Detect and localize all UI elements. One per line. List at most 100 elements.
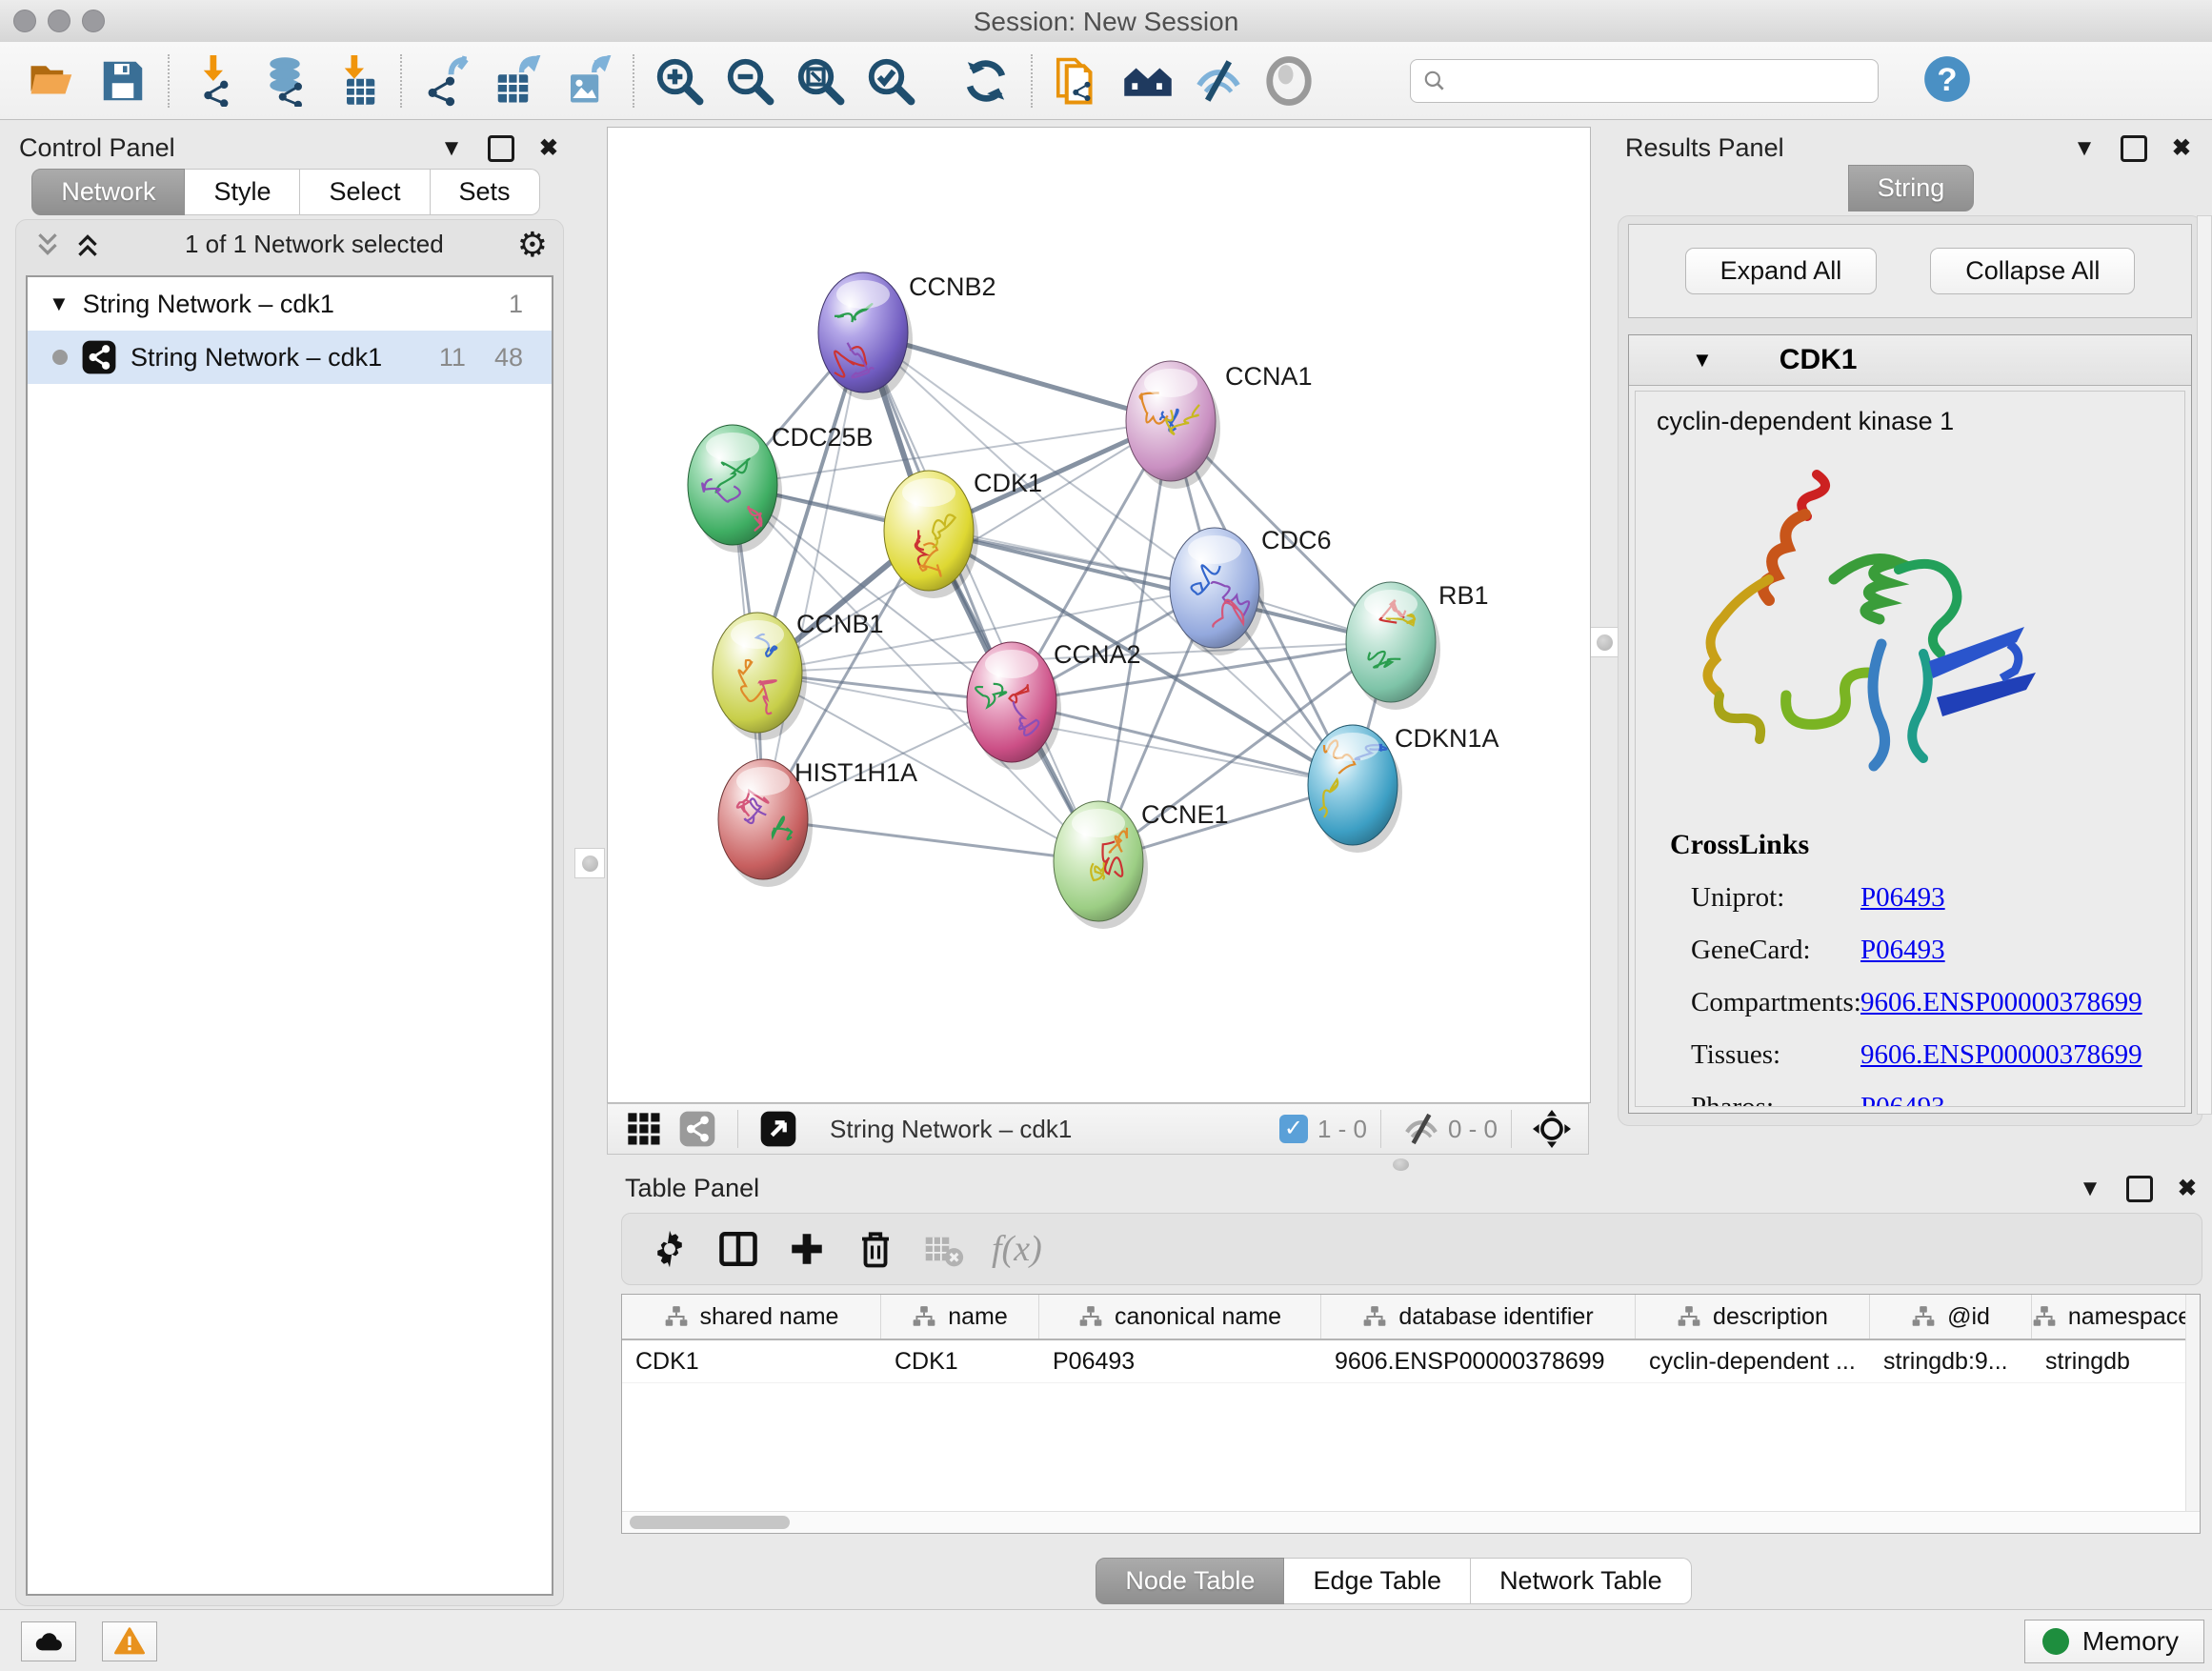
network-node-RB1[interactable]: RB1	[1346, 581, 1489, 710]
table-cell[interactable]: CDK1	[881, 1340, 1039, 1382]
table-panel-menu-icon[interactable]: ▼	[2079, 1176, 2101, 1202]
gene-section-header[interactable]: ▼ CDK1	[1629, 335, 2191, 386]
tab-sets[interactable]: Sets	[431, 169, 540, 215]
network-node-CCNA2[interactable]: CCNA2	[967, 640, 1141, 770]
refresh-view-button[interactable]	[951, 50, 1021, 111]
network-node-CCNB2[interactable]: CCNB2	[818, 272, 996, 400]
column-header-description[interactable]: description	[1636, 1295, 1870, 1339]
zoom-out-button[interactable]	[714, 50, 785, 111]
crosslink-link[interactable]: P06493	[1860, 882, 1945, 914]
expand-all-networks-icon[interactable]	[71, 231, 104, 259]
control-panel-close-icon[interactable]: ✖	[539, 134, 558, 162]
left-splitter-handle[interactable]	[574, 848, 605, 878]
network-node-CDK1[interactable]: CDK1	[884, 469, 1042, 598]
network-edge-HIST1H1A-CCNE1[interactable]	[763, 819, 1098, 861]
scrollbar-thumb[interactable]	[630, 1516, 790, 1529]
results-panel-scrollbar[interactable]	[2197, 215, 2212, 1115]
network-row[interactable]: String Network – cdk1 11 48	[28, 331, 552, 384]
gene-collapse-triangle-icon[interactable]: ▼	[1692, 348, 1713, 372]
column-header-namespace[interactable]: namespace	[2032, 1295, 2192, 1339]
tab-edge-table[interactable]: Edge Table	[1284, 1558, 1471, 1604]
inactive-eye-button[interactable]	[1254, 50, 1324, 111]
column-header-database-identifier[interactable]: database identifier	[1321, 1295, 1636, 1339]
string-network-graph[interactable]: CCNB2CCNA1CDC25BCDK1CDC6RB1CCNB1CCNA2CDK…	[608, 128, 1588, 1100]
cloud-status-button[interactable]	[21, 1621, 76, 1661]
collapse-all-button[interactable]: Collapse All	[1930, 248, 2135, 294]
delete-column-button[interactable]	[845, 1220, 906, 1278]
selected-checkbox-icon[interactable]: ✓	[1279, 1115, 1308, 1143]
import-network-file-button[interactable]	[179, 50, 250, 111]
network-node-CDC6[interactable]: CDC6	[1170, 526, 1332, 655]
string-import-button[interactable]	[1042, 50, 1113, 111]
create-column-button[interactable]	[776, 1220, 837, 1278]
import-network-database-button[interactable]	[250, 50, 320, 111]
tab-string[interactable]: String	[1848, 165, 1975, 211]
table-vertical-scrollbar[interactable]	[2185, 1295, 2200, 1512]
table-options-button[interactable]	[639, 1220, 700, 1278]
crosslink-link[interactable]: P06493	[1860, 1092, 1945, 1107]
network-node-CCNB1[interactable]: CCNB1	[713, 610, 884, 740]
network-view-statusbar: String Network – cdk1 ✓ 1 - 0 0 - 0	[607, 1103, 1589, 1155]
table-panel-float-icon[interactable]	[2126, 1176, 2153, 1202]
import-table-button[interactable]	[320, 50, 391, 111]
export-network-button[interactable]	[412, 50, 482, 111]
results-panel-close-icon[interactable]: ✖	[2172, 134, 2191, 162]
results-panel-float-icon[interactable]	[2121, 135, 2147, 162]
export-table-button[interactable]	[482, 50, 553, 111]
table-cell[interactable]: cyclin-dependent ...	[1636, 1340, 1870, 1382]
zoom-fit-button[interactable]	[785, 50, 855, 111]
collapse-all-networks-icon[interactable]	[31, 231, 64, 259]
warnings-button[interactable]	[102, 1621, 157, 1661]
column-header-name[interactable]: name	[881, 1295, 1039, 1339]
network-share-icon[interactable]	[678, 1110, 716, 1148]
goto-network-icon[interactable]	[759, 1110, 797, 1148]
tab-select[interactable]: Select	[300, 169, 430, 215]
table-horizontal-scrollbar[interactable]	[622, 1511, 2200, 1533]
control-panel-float-icon[interactable]	[488, 135, 514, 162]
crosslink-label: Pharos:	[1691, 1092, 1860, 1107]
network-collection-row[interactable]: ▼ String Network – cdk1 1	[28, 277, 552, 331]
open-session-button[interactable]	[17, 50, 88, 111]
network-canvas[interactable]: CCNB2CCNA1CDC25BCDK1CDC6RB1CCNB1CCNA2CDK…	[607, 127, 1591, 1103]
table-row[interactable]: CDK1CDK1P064939606.ENSP00000378699cyclin…	[622, 1340, 2200, 1383]
tab-style[interactable]: Style	[185, 169, 300, 215]
column-header-@id[interactable]: @id	[1870, 1295, 2032, 1339]
tab-network[interactable]: Network	[31, 169, 185, 215]
zoom-selected-button[interactable]	[855, 50, 926, 111]
tab-network-table[interactable]: Network Table	[1471, 1558, 1692, 1604]
table-cell[interactable]: 9606.ENSP00000378699	[1321, 1340, 1636, 1382]
show-hide-button[interactable]	[1183, 50, 1254, 111]
table-cell[interactable]: stringdb	[2032, 1340, 2192, 1382]
crosslink-link[interactable]: 9606.ENSP00000378699	[1860, 1039, 2142, 1071]
crosshair-icon[interactable]	[1533, 1110, 1571, 1148]
warning-icon	[114, 1626, 145, 1657]
table-panel-close-icon[interactable]: ✖	[2178, 1175, 2197, 1202]
node-label-CCNB1: CCNB1	[796, 610, 884, 638]
save-session-button[interactable]	[88, 50, 158, 111]
network-node-HIST1H1A[interactable]: HIST1H1A	[718, 758, 917, 887]
column-header-shared-name[interactable]: shared name	[622, 1295, 881, 1339]
table-cell[interactable]: stringdb:9...	[1870, 1340, 2032, 1382]
results-panel-menu-icon[interactable]: ▼	[2073, 135, 2096, 162]
expand-all-button[interactable]: Expand All	[1685, 248, 1878, 294]
network-options-gear-icon[interactable]: ⚙	[517, 231, 548, 259]
tab-node-table[interactable]: Node Table	[1096, 1558, 1284, 1604]
table-cell[interactable]: CDK1	[622, 1340, 881, 1382]
collapse-triangle-icon[interactable]: ▼	[49, 292, 70, 316]
show-columns-button[interactable]	[708, 1220, 769, 1278]
network-node-CCNE1[interactable]: CCNE1	[1054, 800, 1229, 929]
string-home-button[interactable]	[1113, 50, 1183, 111]
crosslink-link[interactable]: P06493	[1860, 935, 1945, 966]
column-header-canonical-name[interactable]: canonical name	[1039, 1295, 1321, 1339]
zoom-in-button[interactable]	[644, 50, 714, 111]
memory-button[interactable]: Memory	[2024, 1620, 2204, 1663]
network-node-CDKN1A[interactable]: CDKN1A	[1308, 724, 1499, 853]
control-panel-menu-icon[interactable]: ▼	[440, 135, 463, 162]
help-button[interactable]	[1922, 54, 1972, 107]
crosslink-link[interactable]: 9606.ENSP00000378699	[1860, 987, 2142, 1018]
table-cell[interactable]: P06493	[1039, 1340, 1321, 1382]
network-edge-CCNA2-CDKN1A[interactable]	[1012, 702, 1353, 785]
export-image-button[interactable]	[553, 50, 623, 111]
search-input[interactable]	[1455, 65, 1866, 96]
birdseye-grid-icon[interactable]	[625, 1110, 663, 1148]
